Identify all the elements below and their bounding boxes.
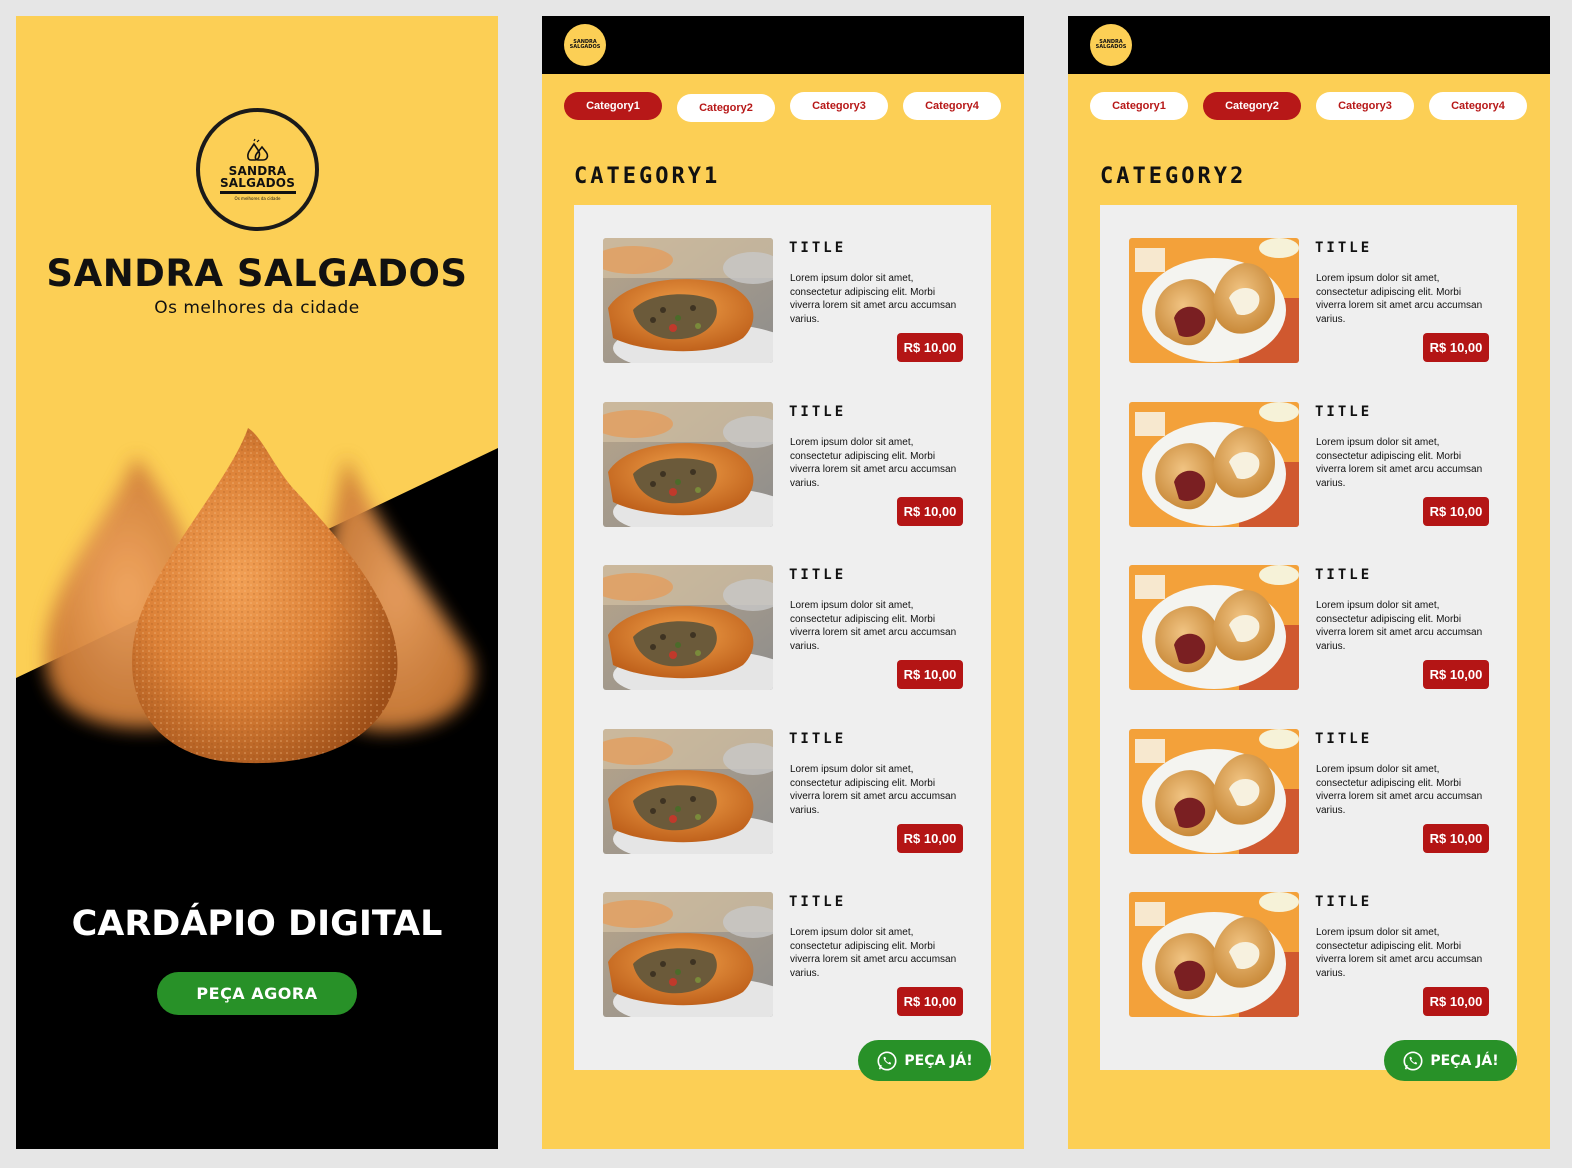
whatsapp-label: PEÇA JÁ!: [904, 1052, 973, 1069]
tab-category4[interactable]: Category4: [1429, 92, 1527, 120]
product-description: Lorem ipsum dolor sit amet, consectetur …: [1316, 437, 1483, 489]
pastel-image: [603, 402, 773, 527]
section-title: CATEGORY2: [1100, 164, 1247, 189]
pastel-image: [603, 238, 773, 363]
whatsapp-icon: [1402, 1050, 1424, 1072]
product-title: TITLE: [789, 404, 847, 420]
product-title: TITLE: [1315, 567, 1373, 583]
price-button[interactable]: R$ 10,00: [897, 824, 963, 853]
product-title: TITLE: [789, 894, 847, 910]
product-description: Lorem ipsum dolor sit amet, consectetur …: [790, 437, 957, 489]
product-description: Lorem ipsum dolor sit amet, consectetur …: [1316, 927, 1483, 979]
brand-name: SANDRA SALGADOS: [46, 252, 468, 295]
product-card[interactable]: TITLE Lorem ipsum dolor sit amet, consec…: [603, 402, 963, 528]
product-description: Lorem ipsum dolor sit amet, consectetur …: [1316, 600, 1483, 652]
mini-logo[interactable]: SANDRA SALGADOS: [1090, 24, 1132, 66]
product-card[interactable]: TITLE Lorem ipsum dolor sit amet, consec…: [603, 565, 963, 691]
product-card[interactable]: TITLE Lorem ipsum dolor sit amet, consec…: [603, 729, 963, 855]
logo-text-line2: SALGADOS: [219, 176, 296, 190]
product-card[interactable]: TITLE Lorem ipsum dolor sit amet, consec…: [1129, 565, 1489, 691]
mini-logo[interactable]: SANDRA SALGADOS: [564, 24, 606, 66]
price-button[interactable]: R$ 10,00: [897, 987, 963, 1016]
product-list: TITLE Lorem ipsum dolor sit amet, consec…: [574, 205, 991, 1070]
coxinha-image: [1129, 565, 1299, 690]
tab-category2[interactable]: Category2: [677, 94, 775, 122]
product-title: TITLE: [1315, 240, 1373, 256]
tab-category3[interactable]: Category3: [790, 92, 888, 120]
menu-screen-category2: SANDRA SALGADOS Category1 Category2 Cate…: [1068, 16, 1550, 1149]
order-now-button[interactable]: PEÇA AGORA: [157, 972, 357, 1015]
product-card[interactable]: TITLE Lorem ipsum dolor sit amet, consec…: [603, 892, 963, 1018]
price-button[interactable]: R$ 10,00: [897, 497, 963, 526]
category-tabs: Category1 Category2 Category3 Category4: [1090, 92, 1530, 122]
brand-tagline: Os melhores da cidade: [154, 298, 360, 318]
product-card[interactable]: TITLE Lorem ipsum dolor sit amet, consec…: [1129, 402, 1489, 528]
price-button[interactable]: R$ 10,00: [897, 333, 963, 362]
whatsapp-order-button[interactable]: PEÇA JÁ!: [858, 1040, 991, 1081]
menu-heading: CARDÁPIO DIGITAL: [71, 904, 443, 944]
coxinha-image: [1129, 238, 1299, 363]
product-description: Lorem ipsum dolor sit amet, consectetur …: [1316, 273, 1483, 325]
logo-underline: [219, 191, 296, 194]
price-button[interactable]: R$ 10,00: [1423, 987, 1489, 1016]
coxinha-image: [1129, 892, 1299, 1017]
price-button[interactable]: R$ 10,00: [1423, 660, 1489, 689]
product-card[interactable]: TITLE Lorem ipsum dolor sit amet, consec…: [1129, 238, 1489, 364]
price-button[interactable]: R$ 10,00: [1423, 497, 1489, 526]
category-tabs: Category1 Category2 Category3 Category4: [564, 92, 1004, 122]
pastel-image: [603, 729, 773, 854]
product-description: Lorem ipsum dolor sit amet, consectetur …: [1316, 764, 1483, 816]
coxinha-image: [1129, 729, 1299, 854]
product-list: TITLE Lorem ipsum dolor sit amet, consec…: [1100, 205, 1517, 1070]
tab-category3[interactable]: Category3: [1316, 92, 1414, 120]
price-button[interactable]: R$ 10,00: [1423, 824, 1489, 853]
product-description: Lorem ipsum dolor sit amet, consectetur …: [790, 764, 957, 816]
pastel-image: [603, 892, 773, 1017]
logo-tagline: Os melhores da cidade: [234, 196, 281, 201]
product-description: Lorem ipsum dolor sit amet, consectetur …: [790, 273, 957, 325]
product-title: TITLE: [789, 240, 847, 256]
coxinha-hero-image: [45, 428, 474, 764]
price-button[interactable]: R$ 10,00: [897, 660, 963, 689]
product-card[interactable]: TITLE Lorem ipsum dolor sit amet, consec…: [1129, 729, 1489, 855]
mini-logo-line2: SALGADOS: [569, 44, 601, 50]
product-card[interactable]: TITLE Lorem ipsum dolor sit amet, consec…: [1129, 892, 1489, 1018]
product-card[interactable]: TITLE Lorem ipsum dolor sit amet, consec…: [603, 238, 963, 364]
product-title: TITLE: [789, 567, 847, 583]
menu-screen-category1: SANDRA SALGADOS Category1 Category2 Cate…: [542, 16, 1024, 1149]
salgado-icon: [246, 138, 268, 161]
tab-category2[interactable]: Category2: [1203, 92, 1301, 120]
section-title: CATEGORY1: [574, 164, 721, 189]
price-button[interactable]: R$ 10,00: [1423, 333, 1489, 362]
whatsapp-icon: [876, 1050, 898, 1072]
coxinha-image: [1129, 402, 1299, 527]
mini-logo-line2: SALGADOS: [1095, 44, 1127, 50]
top-bar: SANDRA SALGADOS: [542, 16, 1024, 74]
tab-category1[interactable]: Category1: [1090, 92, 1188, 120]
product-title: TITLE: [1315, 404, 1373, 420]
top-bar: SANDRA SALGADOS: [1068, 16, 1550, 74]
splash-screen: SANDRA SALGADOS Os melhores da cidade SA…: [16, 16, 498, 1149]
product-description: Lorem ipsum dolor sit amet, consectetur …: [790, 927, 957, 979]
logo: SANDRA SALGADOS Os melhores da cidade: [196, 108, 319, 231]
tab-category1[interactable]: Category1: [564, 92, 662, 120]
pastel-image: [603, 565, 773, 690]
product-description: Lorem ipsum dolor sit amet, consectetur …: [790, 600, 957, 652]
whatsapp-label: PEÇA JÁ!: [1430, 1052, 1499, 1069]
product-title: TITLE: [1315, 894, 1373, 910]
whatsapp-order-button[interactable]: PEÇA JÁ!: [1384, 1040, 1517, 1081]
product-title: TITLE: [1315, 731, 1373, 747]
tab-category4[interactable]: Category4: [903, 92, 1001, 120]
product-title: TITLE: [789, 731, 847, 747]
